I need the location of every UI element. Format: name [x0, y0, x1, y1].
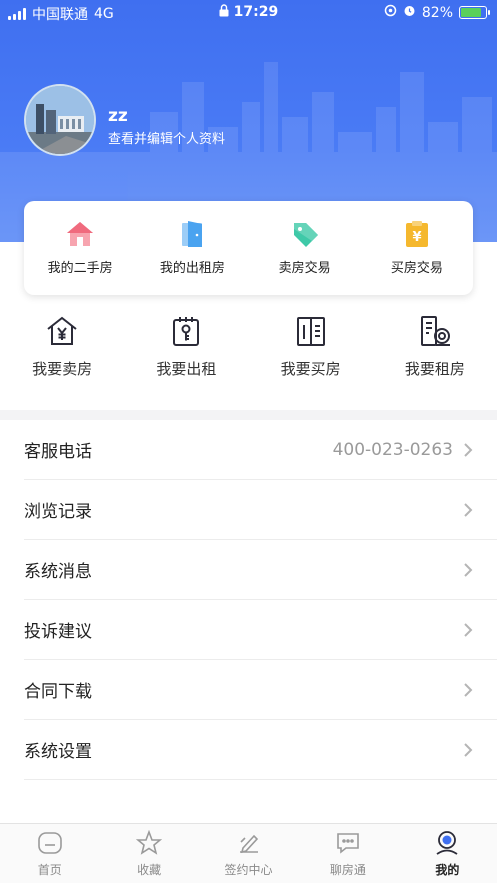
menu-browsing-history[interactable]: 浏览记录	[24, 480, 497, 540]
buy-house-button[interactable]: 我要买房	[249, 314, 373, 394]
tab-chat[interactable]: 聊房通	[298, 824, 397, 883]
menu-title: 合同下载	[24, 682, 92, 702]
menu-system-settings[interactable]: 系统设置	[24, 720, 497, 780]
action-label: 我要出租	[156, 360, 217, 378]
username[interactable]: zz	[108, 106, 128, 126]
settings-menu: 客服电话 400-023-0263 浏览记录 系统消息 投诉建议 合同下载 系统…	[0, 420, 497, 780]
sell-house-button[interactable]: 我要卖房	[0, 314, 124, 394]
chevron-right-icon	[464, 682, 473, 697]
buy-transaction-button[interactable]: ¥ 买房交易	[361, 201, 473, 295]
star-icon	[136, 830, 163, 855]
my-rental-house-button[interactable]: 我的出租房	[136, 201, 248, 295]
home-icon	[37, 832, 62, 854]
tab-label: 聊房通	[329, 863, 366, 877]
menu-system-messages[interactable]: 系统消息	[24, 540, 497, 600]
svg-text:¥: ¥	[412, 230, 421, 245]
avatar[interactable]	[24, 84, 96, 156]
card-label: 我的出租房	[159, 261, 225, 276]
bottom-tab-bar: 首页 收藏 签约中心 聊房通 我的	[0, 823, 497, 883]
house-icon	[67, 222, 94, 246]
phone-number: 400-023-0263	[332, 439, 453, 460]
building-icon	[296, 317, 325, 346]
my-properties-card: 我的二手房 我的出租房 卖房交易 ¥ 买房交易	[24, 201, 473, 295]
action-label: 我要租房	[404, 360, 465, 378]
house-yuan-icon	[47, 316, 77, 345]
tab-home[interactable]: 首页	[0, 824, 99, 883]
rent-house-button[interactable]: 我要租房	[373, 314, 497, 394]
tab-label: 我的	[435, 863, 460, 877]
menu-customer-service-phone[interactable]: 客服电话 400-023-0263	[24, 420, 497, 480]
key-icon	[173, 317, 200, 346]
chevron-right-icon	[464, 562, 473, 577]
tab-label: 签约中心	[224, 863, 273, 877]
lock-icon	[219, 4, 234, 20]
tab-favorites[interactable]: 收藏	[99, 824, 198, 883]
action-label: 我要卖房	[32, 360, 93, 378]
rent-out-button[interactable]: 我要出租	[124, 314, 248, 394]
section-divider	[0, 410, 497, 420]
battery-percent: 82%	[421, 4, 453, 21]
tab-mine[interactable]: 我的	[398, 824, 497, 883]
chat-icon	[337, 833, 359, 854]
sign-icon	[239, 834, 258, 854]
chevron-right-icon	[464, 502, 473, 517]
menu-title: 投诉建议	[24, 622, 92, 642]
card-label: 我的二手房	[47, 261, 113, 276]
door-icon	[182, 221, 203, 247]
sell-transaction-button[interactable]: 卖房交易	[249, 201, 361, 295]
menu-complaints-suggestions[interactable]: 投诉建议	[24, 600, 497, 660]
menu-contract-download[interactable]: 合同下载	[24, 660, 497, 720]
chevron-right-icon	[464, 622, 473, 637]
tag-icon	[293, 223, 318, 247]
menu-title: 系统消息	[24, 562, 92, 582]
menu-title: 客服电话	[24, 442, 92, 462]
tab-label: 首页	[37, 863, 62, 877]
menu-title: 系统设置	[24, 742, 92, 762]
building-search-icon	[420, 316, 450, 346]
edit-profile-link[interactable]: 查看并编辑个人资料	[108, 128, 225, 147]
orientation-lock-icon	[384, 4, 397, 21]
card-label: 买房交易	[390, 261, 443, 276]
tab-label: 收藏	[137, 863, 162, 877]
tab-signing-center[interactable]: 签约中心	[199, 824, 298, 883]
chevron-right-icon	[464, 442, 473, 457]
yuan-clipboard-icon: ¥	[405, 221, 428, 247]
card-label: 卖房交易	[278, 261, 331, 276]
profile-icon	[436, 831, 458, 855]
chevron-right-icon	[464, 742, 473, 757]
clock-time: 17:29	[233, 4, 279, 20]
my-secondhand-house-button[interactable]: 我的二手房	[24, 201, 136, 295]
battery-icon	[459, 6, 490, 19]
action-row: 我要卖房 我要出租 我要买房 我要租房	[0, 314, 497, 394]
action-label: 我要买房	[280, 360, 341, 378]
menu-title: 浏览记录	[24, 502, 92, 522]
status-bar: 中国联通 4G 17:29 82%	[0, 0, 497, 26]
alarm-icon	[403, 4, 416, 21]
